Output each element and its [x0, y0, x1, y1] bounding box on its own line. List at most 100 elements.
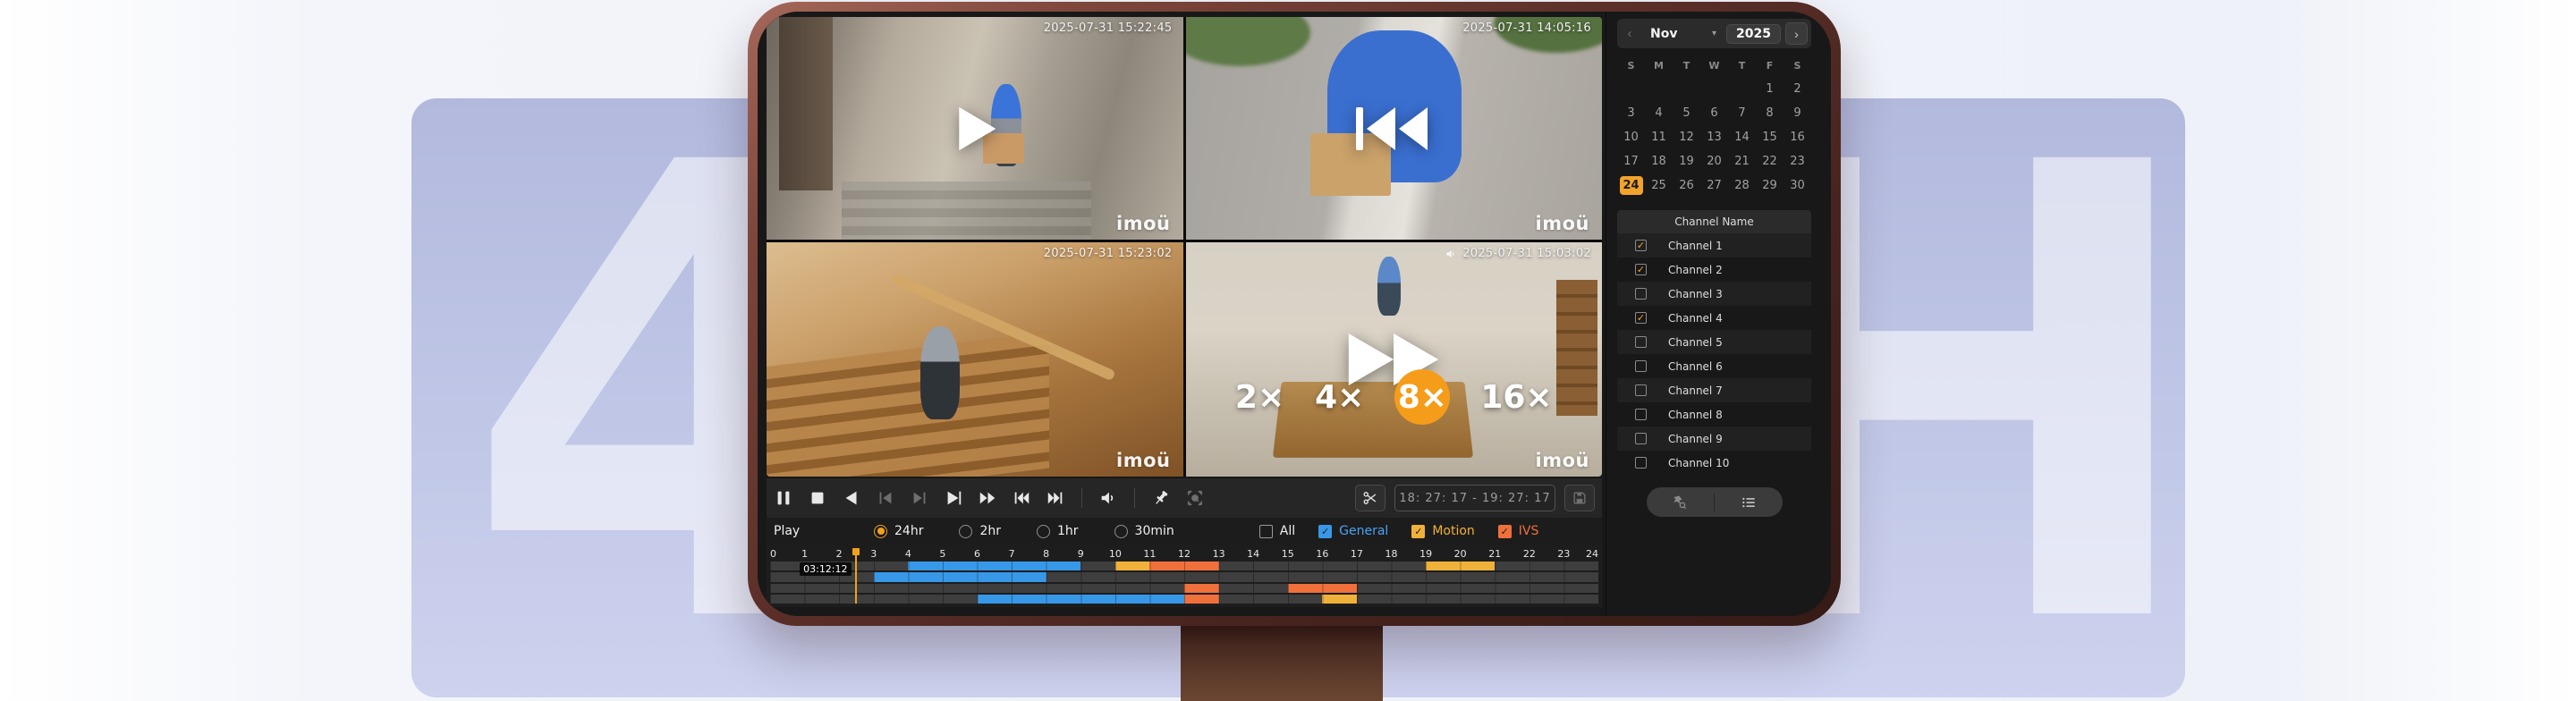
- video-channel-top-right[interactable]: 2025-07-31 14:05:16 imoü: [1186, 17, 1603, 240]
- calendar-prev-button[interactable]: ‹: [1621, 23, 1639, 45]
- duration-radio-24hr[interactable]: 24hr: [874, 524, 923, 538]
- channel-row[interactable]: ✓Channel 1: [1617, 233, 1811, 258]
- calendar-date[interactable]: 19: [1675, 152, 1699, 171]
- zoom-focus-button[interactable]: [1183, 486, 1207, 510]
- video-channel-bottom-right[interactable]: 2025-07-31 15:03:02 2×4×8×16× imoü: [1186, 242, 1603, 477]
- segment-motion[interactable]: [1426, 562, 1495, 570]
- calendar-date[interactable]: 5: [1675, 104, 1699, 122]
- speed-option-2×[interactable]: 2×: [1235, 379, 1284, 416]
- play-overlay-icon[interactable]: [950, 104, 1000, 154]
- calendar-date[interactable]: 29: [1758, 176, 1782, 195]
- speed-option-8×[interactable]: 8×: [1394, 369, 1450, 425]
- calendar-date[interactable]: 12: [1675, 128, 1699, 147]
- video-channel-top-left[interactable]: 2025-07-31 15:22:45 imoü: [767, 17, 1183, 240]
- type-checkbox-All[interactable]: All: [1259, 524, 1295, 538]
- segment-general[interactable]: [978, 595, 1185, 604]
- calendar-date[interactable]: 4: [1648, 104, 1671, 122]
- segment-ivs[interactable]: [1288, 584, 1357, 593]
- prev-record-button[interactable]: [1010, 486, 1033, 510]
- channel-row[interactable]: Channel 6: [1617, 354, 1811, 378]
- segment-ivs[interactable]: [1149, 562, 1218, 570]
- calendar-date[interactable]: 22: [1758, 152, 1782, 171]
- segment-ivs[interactable]: [1184, 595, 1219, 604]
- channel-row[interactable]: Channel 3: [1617, 282, 1811, 306]
- stop-button[interactable]: [806, 486, 829, 510]
- channel-checkbox[interactable]: [1635, 336, 1647, 348]
- calendar-date[interactable]: 21: [1731, 152, 1754, 171]
- timeline-track[interactable]: [770, 572, 1598, 581]
- calendar-date[interactable]: 8: [1758, 104, 1782, 122]
- channel-row[interactable]: Channel 9: [1617, 427, 1811, 451]
- play-backward-button[interactable]: [840, 486, 863, 510]
- calendar-next-button[interactable]: ›: [1785, 22, 1808, 45]
- calendar-date[interactable]: 6: [1703, 104, 1726, 122]
- volume-button[interactable]: [1097, 486, 1120, 510]
- video-channel-bottom-left[interactable]: 2025-07-31 15:23:02 imoü: [767, 242, 1183, 477]
- channel-checkbox[interactable]: ✓: [1635, 240, 1647, 251]
- channel-checkbox[interactable]: [1635, 288, 1647, 300]
- calendar-date[interactable]: 18: [1648, 152, 1671, 171]
- segment-ivs[interactable]: [1184, 584, 1219, 593]
- channel-checkbox[interactable]: [1635, 384, 1647, 396]
- channel-row[interactable]: Channel 7: [1617, 378, 1811, 402]
- calendar-date[interactable]: 1: [1758, 80, 1782, 98]
- calendar-date[interactable]: 26: [1675, 176, 1699, 195]
- clip-time-range[interactable]: 18: 27: 17 - 19: 27: 17: [1394, 485, 1555, 511]
- calendar-date[interactable]: 24: [1620, 176, 1643, 195]
- segment-general[interactable]: [908, 562, 1080, 570]
- channel-checkbox[interactable]: [1635, 409, 1647, 420]
- duration-radio-1hr[interactable]: 1hr: [1037, 524, 1079, 538]
- timeline-track[interactable]: [770, 562, 1598, 570]
- channel-checkbox[interactable]: [1635, 433, 1647, 444]
- channel-row[interactable]: ✓Channel 2: [1617, 258, 1811, 282]
- ai-search-button[interactable]: [1647, 487, 1715, 517]
- duration-radio-30min[interactable]: 30min: [1114, 524, 1174, 538]
- frame-forward-button[interactable]: [908, 486, 931, 510]
- calendar-date[interactable]: 30: [1786, 176, 1809, 195]
- channel-checkbox[interactable]: ✓: [1635, 264, 1647, 275]
- playhead[interactable]: 03:12:12: [855, 548, 857, 604]
- list-view-button[interactable]: [1715, 487, 1783, 517]
- calendar-date[interactable]: 15: [1758, 128, 1782, 147]
- speed-option-16×[interactable]: 16×: [1480, 379, 1552, 416]
- segment-motion[interactable]: [1322, 595, 1357, 604]
- play-forward-button[interactable]: [942, 486, 965, 510]
- pause-button[interactable]: [772, 486, 795, 510]
- calendar-date[interactable]: 7: [1731, 104, 1754, 122]
- frame-back-button[interactable]: [874, 486, 897, 510]
- year-display[interactable]: 2025: [1726, 24, 1781, 44]
- clip-scissors-button[interactable]: [1355, 485, 1385, 511]
- speed-option-4×[interactable]: 4×: [1315, 379, 1364, 416]
- channel-checkbox[interactable]: ✓: [1635, 312, 1647, 324]
- channel-row[interactable]: Channel 10: [1617, 451, 1811, 475]
- type-checkbox-General[interactable]: ✓General: [1318, 524, 1388, 538]
- calendar-date[interactable]: 25: [1648, 176, 1671, 195]
- next-record-button[interactable]: [1044, 486, 1067, 510]
- channel-row[interactable]: Channel 5: [1617, 330, 1811, 354]
- channel-row[interactable]: ✓Channel 4: [1617, 306, 1811, 330]
- month-selector[interactable]: Nov ▾: [1643, 27, 1722, 41]
- timeline-track[interactable]: [770, 595, 1598, 604]
- calendar-date[interactable]: 23: [1786, 152, 1809, 171]
- calendar-date[interactable]: 9: [1786, 104, 1809, 122]
- type-checkbox-Motion[interactable]: ✓Motion: [1411, 524, 1474, 538]
- channel-checkbox[interactable]: [1635, 457, 1647, 469]
- save-clip-button[interactable]: [1564, 485, 1595, 511]
- calendar-date[interactable]: 2: [1786, 80, 1809, 98]
- type-checkbox-IVS[interactable]: ✓IVS: [1498, 524, 1539, 538]
- channel-checkbox[interactable]: [1635, 360, 1647, 372]
- calendar-date[interactable]: 16: [1786, 128, 1809, 147]
- segment-motion[interactable]: [1115, 562, 1150, 570]
- calendar-date[interactable]: 13: [1703, 128, 1726, 147]
- fast-forward-button[interactable]: [976, 486, 999, 510]
- segment-general[interactable]: [874, 572, 1046, 581]
- playhead-knob[interactable]: [852, 548, 860, 555]
- timeline-ruler[interactable]: 0123456789101112131415161718192021222324: [770, 545, 1598, 561]
- channel-row[interactable]: Channel 8: [1617, 402, 1811, 427]
- calendar-date[interactable]: 27: [1703, 176, 1726, 195]
- duration-radio-2hr[interactable]: 2hr: [959, 524, 1001, 538]
- rewind-overlay-icon[interactable]: [1354, 104, 1433, 154]
- calendar-date[interactable]: 20: [1703, 152, 1726, 171]
- calendar-date[interactable]: 3: [1620, 104, 1643, 122]
- timeline-track[interactable]: [770, 584, 1598, 593]
